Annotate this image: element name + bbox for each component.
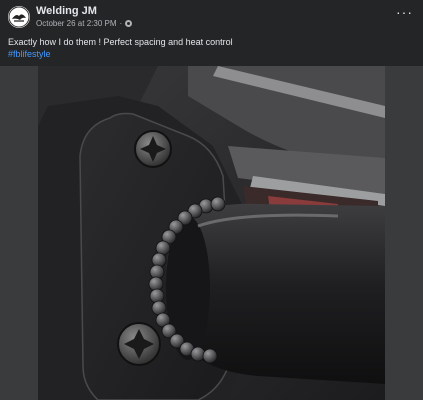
weld-photo-illustration: [38, 66, 385, 400]
post-header: Welding JM October 26 at 2:30 PM · ··· E…: [0, 0, 423, 66]
meta-separator: ·: [119, 19, 123, 28]
photo-container: [0, 66, 423, 400]
more-options-icon[interactable]: ···: [396, 5, 413, 19]
author-name[interactable]: Welding JM: [36, 5, 97, 17]
post-photo[interactable]: [38, 66, 385, 400]
facebook-post: Welding JM October 26 at 2:30 PM · ··· E…: [0, 0, 423, 400]
globe-icon: [125, 20, 133, 27]
hashtag-link[interactable]: #fblifestyle: [8, 49, 51, 59]
page-avatar[interactable]: [8, 6, 30, 28]
post-caption: Exactly how I do them ! Perfect spacing …: [8, 37, 233, 47]
post-meta: October 26 at 2:30 PM ·: [36, 19, 133, 28]
post-timestamp[interactable]: October 26 at 2:30 PM: [36, 19, 117, 28]
